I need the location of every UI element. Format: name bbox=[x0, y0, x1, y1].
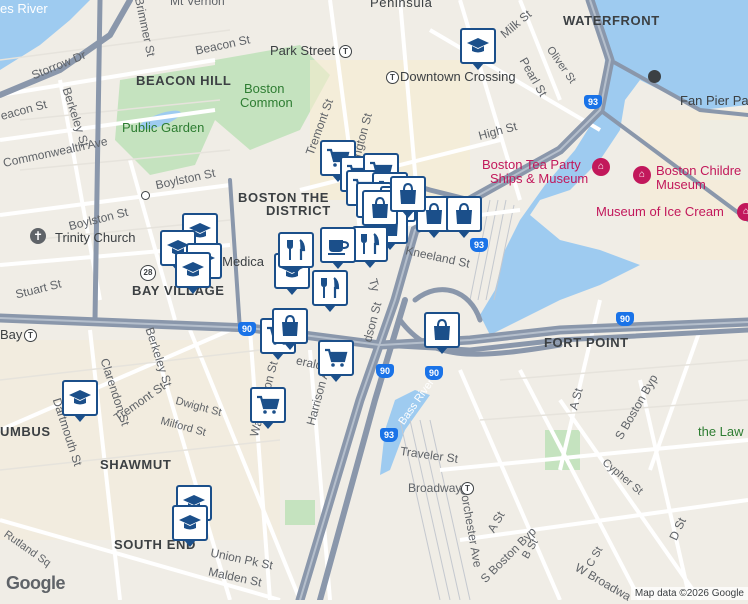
poi-harbor-icon[interactable] bbox=[648, 70, 661, 83]
shield-rt28: 28 bbox=[140, 265, 156, 281]
education-marker[interactable] bbox=[62, 380, 98, 422]
shopping-icon bbox=[456, 202, 472, 224]
poi-trinity-church[interactable]: Trinity Church bbox=[55, 231, 135, 245]
poi-tea-party-1[interactable]: Boston Tea Party bbox=[482, 158, 581, 172]
cafe-marker[interactable] bbox=[320, 227, 356, 269]
shield-i93-b: 93 bbox=[470, 238, 488, 252]
restaurant-marker[interactable] bbox=[312, 270, 348, 312]
transit-downtown-crossing-icon[interactable]: T bbox=[386, 71, 399, 84]
poi-boston-common-1[interactable]: Boston bbox=[244, 82, 284, 96]
shield-i90-d: 90 bbox=[616, 312, 634, 326]
shield-i90-a: 90 bbox=[238, 322, 256, 336]
grocery-marker[interactable] bbox=[318, 340, 354, 382]
label-beacon-hill: BEACON HILL bbox=[136, 73, 232, 88]
education-marker[interactable] bbox=[172, 505, 208, 547]
education-marker[interactable] bbox=[175, 252, 211, 294]
shopping-marker[interactable] bbox=[424, 312, 460, 354]
label-fort-point: FORT POINT bbox=[544, 335, 629, 350]
shopping-marker[interactable] bbox=[446, 196, 482, 238]
shield-i90-c: 90 bbox=[425, 366, 443, 380]
label-shawmut: SHAWMUT bbox=[100, 457, 172, 472]
poi-the-law[interactable]: the Law bbox=[698, 425, 744, 439]
poi-fan-pier[interactable]: Fan Pier Pa bbox=[680, 94, 748, 108]
shopping-icon bbox=[282, 314, 298, 336]
label-charles-river: es River bbox=[0, 1, 48, 16]
map-attribution[interactable]: Map data ©2026 Google bbox=[630, 587, 748, 600]
shield-i90-b: 90 bbox=[376, 364, 394, 378]
education-icon bbox=[182, 262, 204, 277]
restaurant-icon bbox=[361, 233, 380, 254]
education-icon bbox=[179, 515, 201, 530]
poi-tea-party-2[interactable]: Ships & Museum bbox=[490, 172, 588, 186]
poi-back-bay[interactable]: Bay bbox=[0, 328, 22, 342]
museum-icon-ice-cream[interactable]: ⌂ bbox=[737, 203, 748, 221]
google-logo[interactable]: Google bbox=[6, 573, 66, 594]
shopping-icon bbox=[400, 182, 416, 204]
education-marker[interactable] bbox=[460, 28, 496, 70]
label-waterfront: WATERFRONT bbox=[563, 13, 660, 28]
restaurant-icon bbox=[321, 277, 340, 298]
label-columbus: UMBUS bbox=[0, 424, 51, 439]
transit-broadway-icon[interactable]: T bbox=[461, 482, 474, 495]
poi-childrens-2[interactable]: Museum bbox=[656, 178, 706, 192]
transit-boylston-icon[interactable] bbox=[141, 191, 150, 200]
poi-downtown-crossing[interactable]: Downtown Crossing bbox=[400, 70, 516, 84]
shopping-marker[interactable] bbox=[390, 176, 426, 218]
shopping-marker[interactable] bbox=[272, 308, 308, 350]
shopping-icon bbox=[434, 318, 450, 340]
shield-i93-c: 93 bbox=[380, 428, 398, 442]
transit-park-street-icon[interactable]: T bbox=[339, 45, 352, 58]
grocery-marker[interactable] bbox=[250, 387, 286, 429]
map-canvas[interactable] bbox=[0, 0, 748, 600]
street-mt-vernon: Mt Vernon bbox=[170, 0, 225, 8]
restaurant-icon bbox=[287, 239, 306, 260]
poi-public-garden[interactable]: Public Garden bbox=[122, 121, 204, 135]
education-icon bbox=[467, 38, 489, 53]
museum-icon-childrens[interactable]: ⌂ bbox=[633, 166, 651, 184]
cafe-icon bbox=[328, 240, 350, 255]
restaurant-marker[interactable] bbox=[278, 232, 314, 274]
museum-icon-tea-party[interactable]: ⌂ bbox=[592, 158, 610, 176]
grocery-icon bbox=[325, 348, 348, 367]
poi-childrens-1[interactable]: Boston Childre bbox=[656, 164, 741, 178]
label-theater-2: DISTRICT bbox=[266, 203, 331, 218]
grocery-icon bbox=[257, 395, 280, 414]
poi-ice-cream[interactable]: Museum of Ice Cream bbox=[596, 205, 724, 219]
label-peninsula: Peninsula bbox=[370, 0, 433, 10]
poi-park-street[interactable]: Park Street bbox=[270, 44, 335, 58]
shield-i93-a: 93 bbox=[584, 95, 602, 109]
church-icon[interactable]: ✝ bbox=[30, 228, 46, 244]
education-icon bbox=[69, 390, 91, 405]
poi-boston-common-2[interactable]: Common bbox=[240, 96, 293, 110]
street-broadway: Broadway bbox=[408, 481, 462, 495]
restaurant-marker[interactable] bbox=[352, 226, 388, 268]
transit-back-bay-icon[interactable]: T bbox=[24, 329, 37, 342]
